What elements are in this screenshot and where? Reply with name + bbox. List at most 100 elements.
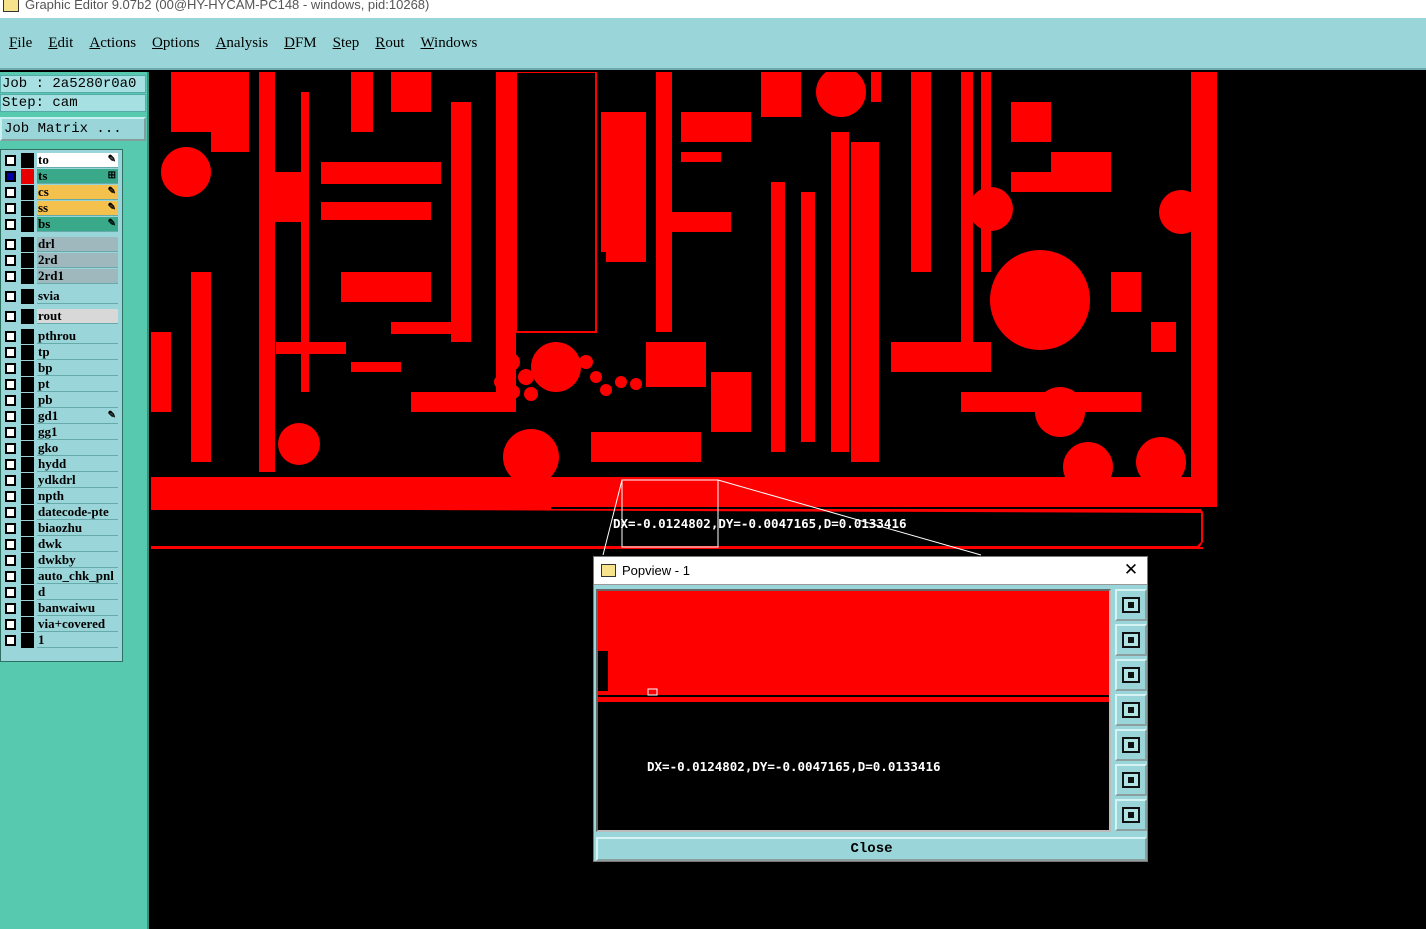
layer-row-gko[interactable]: gko (2, 441, 119, 456)
close-icon[interactable]: ✕ (1121, 560, 1141, 580)
layer-checkbox[interactable] (5, 635, 16, 646)
layer-row-hydd[interactable]: hydd (2, 457, 119, 472)
layer-name[interactable]: d (37, 585, 118, 600)
layer-row-tp[interactable]: tp (2, 345, 119, 360)
layer-name[interactable]: tp (37, 345, 118, 360)
layer-color-swatch[interactable] (21, 553, 34, 568)
pan-up-button[interactable] (1115, 624, 1147, 656)
layer-row-dwk[interactable]: dwk (2, 537, 119, 552)
layer-row-ydkdrl[interactable]: ydkdrl (2, 473, 119, 488)
layer-row-pb[interactable]: pb (2, 393, 119, 408)
layer-name[interactable]: hydd (37, 457, 118, 472)
layer-row-rout[interactable]: rout (2, 309, 119, 324)
layer-checkbox[interactable] (5, 459, 16, 470)
layer-row-gg1[interactable]: gg1 (2, 425, 119, 440)
layer-color-swatch[interactable] (21, 473, 34, 488)
layer-name[interactable]: bs ✎ (37, 217, 118, 232)
layer-color-swatch[interactable] (21, 489, 34, 504)
layer-name[interactable]: dwkby (37, 553, 118, 568)
layer-name[interactable]: svia (37, 289, 118, 304)
popview-close-button[interactable]: Close (596, 837, 1147, 861)
menu-file[interactable]: File (9, 35, 32, 52)
layer-color-swatch[interactable] (21, 601, 34, 616)
layer-checkbox[interactable] (5, 395, 16, 406)
layer-name[interactable]: 2rd1 (37, 269, 118, 284)
job-matrix-button[interactable]: Job Matrix ... (0, 117, 146, 141)
layer-checkbox[interactable] (5, 571, 16, 582)
layer-checkbox[interactable] (5, 219, 16, 230)
layer-color-swatch[interactable] (21, 377, 34, 392)
layer-checkbox[interactable] (5, 331, 16, 342)
layer-row-bp[interactable]: bp (2, 361, 119, 376)
menu-rout[interactable]: Rout (375, 35, 404, 52)
layer-checkbox[interactable] (5, 475, 16, 486)
layer-name[interactable]: rout (37, 309, 118, 324)
layer-name[interactable]: gg1 (37, 425, 118, 440)
layer-name[interactable]: to ✎ (37, 153, 118, 168)
layer-color-swatch[interactable] (21, 633, 34, 648)
layer-checkbox[interactable] (5, 347, 16, 358)
layer-checkbox[interactable] (5, 427, 16, 438)
layer-row-via+covered[interactable]: via+covered (2, 617, 119, 632)
layer-name[interactable]: npth (37, 489, 118, 504)
layer-checkbox[interactable] (5, 255, 16, 266)
layer-name[interactable]: pt (37, 377, 118, 392)
layer-color-swatch[interactable] (21, 441, 34, 456)
layer-color-swatch[interactable] (21, 169, 34, 184)
layer-name[interactable]: bp (37, 361, 118, 376)
layer-color-swatch[interactable] (21, 585, 34, 600)
layer-checkbox[interactable] (5, 443, 16, 454)
layer-color-swatch[interactable] (21, 537, 34, 552)
layer-color-swatch[interactable] (21, 201, 34, 216)
layer-row-2rd[interactable]: 2rd (2, 253, 119, 268)
layer-row-1[interactable]: 1 (2, 633, 119, 648)
layer-row-banwaiwu[interactable]: banwaiwu (2, 601, 119, 616)
layer-row-dwkby[interactable]: dwkby (2, 553, 119, 568)
layer-color-swatch[interactable] (21, 153, 34, 168)
layer-name[interactable]: pthrou (37, 329, 118, 344)
layer-name[interactable]: gd1 ✎ (37, 409, 118, 424)
layer-row-biaozhu[interactable]: biaozhu (2, 521, 119, 536)
layer-row-d[interactable]: d (2, 585, 119, 600)
layer-checkbox[interactable] (5, 271, 16, 282)
layer-color-swatch[interactable] (21, 185, 34, 200)
layer-checkbox[interactable] (5, 171, 16, 182)
layer-color-swatch[interactable] (21, 409, 34, 424)
layer-color-swatch[interactable] (21, 253, 34, 268)
pan-right-button[interactable] (1115, 729, 1147, 761)
zoom-out-button[interactable] (1115, 799, 1147, 831)
layer-row-datecode-pte[interactable]: datecode-pte (2, 505, 119, 520)
layer-row-gd1[interactable]: gd1 ✎ (2, 409, 119, 424)
layer-checkbox[interactable] (5, 203, 16, 214)
layer-name[interactable]: auto_chk_pnl (37, 569, 118, 584)
layer-color-swatch[interactable] (21, 237, 34, 252)
layer-color-swatch[interactable] (21, 521, 34, 536)
layer-color-swatch[interactable] (21, 345, 34, 360)
layer-checkbox[interactable] (5, 555, 16, 566)
layer-name[interactable]: banwaiwu (37, 601, 118, 616)
menu-windows[interactable]: Windows (420, 35, 477, 52)
layer-row-auto_chk_pnl[interactable]: auto_chk_pnl (2, 569, 119, 584)
menu-edit[interactable]: Edit (48, 35, 73, 52)
layer-checkbox[interactable] (5, 291, 16, 302)
layer-color-swatch[interactable] (21, 617, 34, 632)
layer-name[interactable]: ts ⊞ (37, 169, 118, 184)
layer-checkbox[interactable] (5, 411, 16, 422)
layer-color-swatch[interactable] (21, 217, 34, 232)
menu-step[interactable]: Step (333, 35, 360, 52)
layer-row-ss[interactable]: ss ✎ (2, 201, 119, 216)
layer-name[interactable]: pb (37, 393, 118, 408)
popview-canvas[interactable]: DX=-0.0124802,DY=-0.0047165,D=0.0133416 (596, 589, 1111, 832)
layer-name[interactable]: dwk (37, 537, 118, 552)
layer-row-bs[interactable]: bs ✎ (2, 217, 119, 232)
layer-name[interactable]: ydkdrl (37, 473, 118, 488)
layer-name[interactable]: ss ✎ (37, 201, 118, 216)
menu-options[interactable]: Options (152, 35, 200, 52)
layer-row-npth[interactable]: npth (2, 489, 119, 504)
layer-checkbox[interactable] (5, 523, 16, 534)
layer-name[interactable]: cs ✎ (37, 185, 118, 200)
layer-color-swatch[interactable] (21, 425, 34, 440)
menu-dfm[interactable]: DFM (284, 35, 317, 52)
layer-checkbox[interactable] (5, 619, 16, 630)
layer-checkbox[interactable] (5, 507, 16, 518)
